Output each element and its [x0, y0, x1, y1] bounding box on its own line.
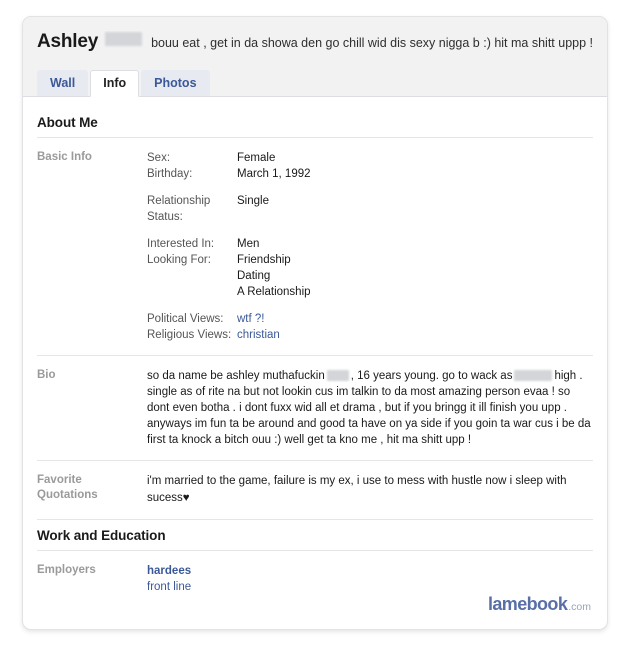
kv-religious-views: Religious Views: christian [147, 327, 593, 343]
kv-looking-for: Looking For: Friendship Dating A Relatio… [147, 252, 593, 300]
status-text: bouu eat , get in da showa den go chill … [151, 36, 593, 50]
kv-key-sex: Sex: [147, 152, 171, 164]
row-label-employers: Employers [37, 564, 96, 576]
row-label-favorite-quotations: Favorite Quotations [37, 473, 147, 507]
row-basic-info: Basic Info Sex: Female Birthday: March 1… [37, 138, 593, 356]
row-content-basic-info: Sex: Female Birthday: March 1, 1992 Rela… [147, 150, 593, 343]
section-title-work-and-education: Work and Education [37, 520, 593, 551]
quotation-text: i'm married to the game, failure is my e… [147, 473, 593, 507]
looking-for-item: A Relationship [237, 286, 311, 298]
kv-key-birthday: Birthday: [147, 168, 193, 180]
tab-wall[interactable]: Wall [37, 70, 89, 96]
kv-value-sex: Female [237, 152, 276, 164]
censored-school-block [514, 370, 553, 382]
section-title-about-me: About Me [37, 107, 593, 138]
tab-photos[interactable]: Photos [141, 70, 210, 96]
kv-value-relationship-status: Single [237, 195, 269, 207]
lamebook-watermark: lamebook .com [488, 594, 591, 615]
kv-group-relationship: Relationship Status: Single [147, 193, 593, 225]
row-content-bio: so da name be ashley muthafuckin , 16 yea… [147, 368, 593, 448]
kv-sex: Sex: Female [147, 150, 593, 166]
profile-card: Ashley bouu eat , get in da showa den go… [22, 16, 608, 630]
censored-name-block [326, 370, 349, 382]
heart-icon: ♥ [182, 492, 190, 504]
kv-group-preferences: Interested In: Men Looking For: Friendsh… [147, 236, 593, 300]
kv-value-religious-views[interactable]: christian [237, 327, 593, 343]
kv-relationship-status: Relationship Status: Single [147, 193, 593, 225]
watermark-brand: lamebook [488, 594, 568, 614]
row-label-bio: Bio [37, 369, 56, 381]
kv-value-looking-for: Friendship Dating A Relationship [237, 252, 593, 300]
looking-for-item: Dating [237, 270, 271, 282]
row-bio: Bio so da name be ashley muthafuckin , 16… [37, 356, 593, 461]
kv-key-looking-for: Looking For: [147, 254, 211, 266]
row-content-employers: hardees front line [147, 563, 593, 595]
profile-body: About Me Basic Info Sex: Female Birthday… [23, 97, 607, 607]
kv-interested-in: Interested In: Men [147, 236, 593, 252]
kv-group-identity: Sex: Female Birthday: March 1, 1992 [147, 150, 593, 182]
watermark-tld: .com [568, 601, 591, 613]
kv-key-interested-in: Interested In: [147, 238, 215, 250]
kv-value-birthday: March 1, 1992 [237, 168, 311, 180]
looking-for-item: Friendship [237, 254, 291, 266]
kv-key-political-views: Political Views: [147, 313, 224, 325]
row-label-basic-info: Basic Info [37, 151, 92, 163]
employer-name-link[interactable]: hardees [147, 563, 593, 579]
profile-name: Ashley [37, 31, 99, 52]
employer-role: front line [147, 581, 192, 593]
kv-key-relationship-status: Relationship Status: [147, 195, 211, 223]
kv-value-interested-in: Men [237, 238, 260, 250]
row-label-line-2: Quotations [37, 489, 98, 501]
kv-group-views: Political Views: wtf ?! Religious Views:… [147, 311, 593, 343]
tab-info[interactable]: Info [90, 70, 140, 97]
profile-tabs: Wall Info Photos [37, 70, 212, 97]
kv-birthday: Birthday: March 1, 1992 [147, 166, 593, 182]
name-and-status-line: Ashley bouu eat , get in da showa den go… [23, 31, 607, 53]
kv-political-views: Political Views: wtf ?! [147, 311, 593, 327]
row-favorite-quotations: Favorite Quotations i'm married to the g… [37, 461, 593, 520]
profile-header: Ashley bouu eat , get in da showa den go… [23, 17, 607, 97]
bio-text: so da name be ashley muthafuckin , 16 yea… [147, 368, 593, 448]
row-content-favorite-quotations: i'm married to the game, failure is my e… [147, 473, 593, 507]
censored-last-name-block [105, 32, 143, 46]
quotation-body: i'm married to the game, failure is my e… [147, 475, 567, 504]
kv-value-political-views[interactable]: wtf ?! [237, 311, 593, 327]
row-label-line-1: Favorite [37, 474, 82, 486]
kv-key-religious-views: Religious Views: [147, 329, 232, 341]
bio-part-1: so da name be ashley muthafuckin [147, 370, 325, 382]
bio-part-2: , 16 years young. go to wack as [350, 370, 513, 382]
